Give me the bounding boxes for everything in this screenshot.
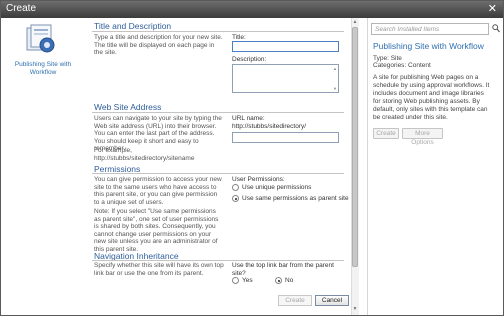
panel-description: A site for publishing Web pages on a sch… (373, 74, 490, 121)
search-input[interactable]: Search Installed Items (371, 23, 489, 35)
scroll-up-icon[interactable]: ▲ (352, 19, 358, 25)
permissions-description-text: You can give permission to access your n… (94, 176, 222, 206)
more-options-button[interactable]: More Options (402, 128, 443, 146)
panel-create-button[interactable]: Create (373, 128, 399, 139)
create-button[interactable]: Create (278, 295, 312, 306)
template-label[interactable]: Publishing Site with Workflow (9, 61, 77, 77)
search-icon[interactable] (492, 24, 500, 33)
top-link-bar-yes-radio[interactable] (232, 277, 239, 284)
scrollbar-thumb[interactable] (352, 27, 358, 267)
title-input[interactable] (232, 41, 339, 52)
section-divider (92, 260, 344, 261)
section-address-heading: Web Site Address (94, 102, 162, 112)
create-dialog: Create ✕ Publishing Site with Workflow T… (0, 0, 504, 316)
description-textarea[interactable]: ▲ ▼ (232, 64, 339, 93)
same-permissions-label[interactable]: Use same permissions as parent site (242, 195, 349, 202)
same-permissions-radio[interactable] (232, 195, 239, 202)
publishing-site-icon[interactable] (25, 24, 57, 54)
top-link-bar-yes-label[interactable]: Yes (242, 277, 253, 284)
scroll-down-icon[interactable]: ▼ (352, 306, 358, 312)
section-divider (92, 173, 344, 174)
top-link-bar-no-label[interactable]: No (285, 277, 293, 284)
dialog-titlebar: Create ✕ (1, 1, 503, 18)
textarea-scroll-down-icon[interactable]: ▼ (333, 86, 337, 91)
permissions-note-text: Note: If you select "Use same permission… (94, 208, 219, 253)
title-description-text: Type a title and description for your ne… (94, 34, 223, 56)
textarea-scroll-up-icon[interactable]: ▲ (333, 66, 337, 71)
section-divider (92, 112, 344, 113)
address-example-text: For example, http://stubbs/sitedirectory… (94, 147, 195, 162)
close-icon[interactable]: ✕ (488, 3, 497, 15)
url-label: URL name: (232, 115, 265, 122)
description-label: Description: (232, 56, 267, 63)
url-prefix: http://stubbs/sitedirectory/ (232, 123, 307, 130)
title-label: Title: (232, 34, 246, 41)
unique-permissions-label[interactable]: Use unique permissions (242, 184, 311, 191)
navigation-description-text: Specify whether this site will have its … (94, 262, 224, 277)
section-divider (92, 31, 344, 32)
top-link-bar-question: Use the top link bar from the parent sit… (232, 262, 334, 277)
panel-categories: Categories: Content (373, 62, 431, 69)
cancel-button[interactable]: Cancel (315, 295, 349, 306)
section-title-description-heading: Title and Description (94, 21, 172, 31)
user-permissions-label: User Permissions: (232, 176, 285, 183)
top-link-bar-no-radio[interactable] (275, 277, 282, 284)
unique-permissions-radio[interactable] (232, 184, 239, 191)
panel-title: Publishing Site with Workflow (373, 41, 484, 51)
dialog-title: Create (6, 3, 37, 14)
url-input[interactable] (232, 132, 339, 143)
